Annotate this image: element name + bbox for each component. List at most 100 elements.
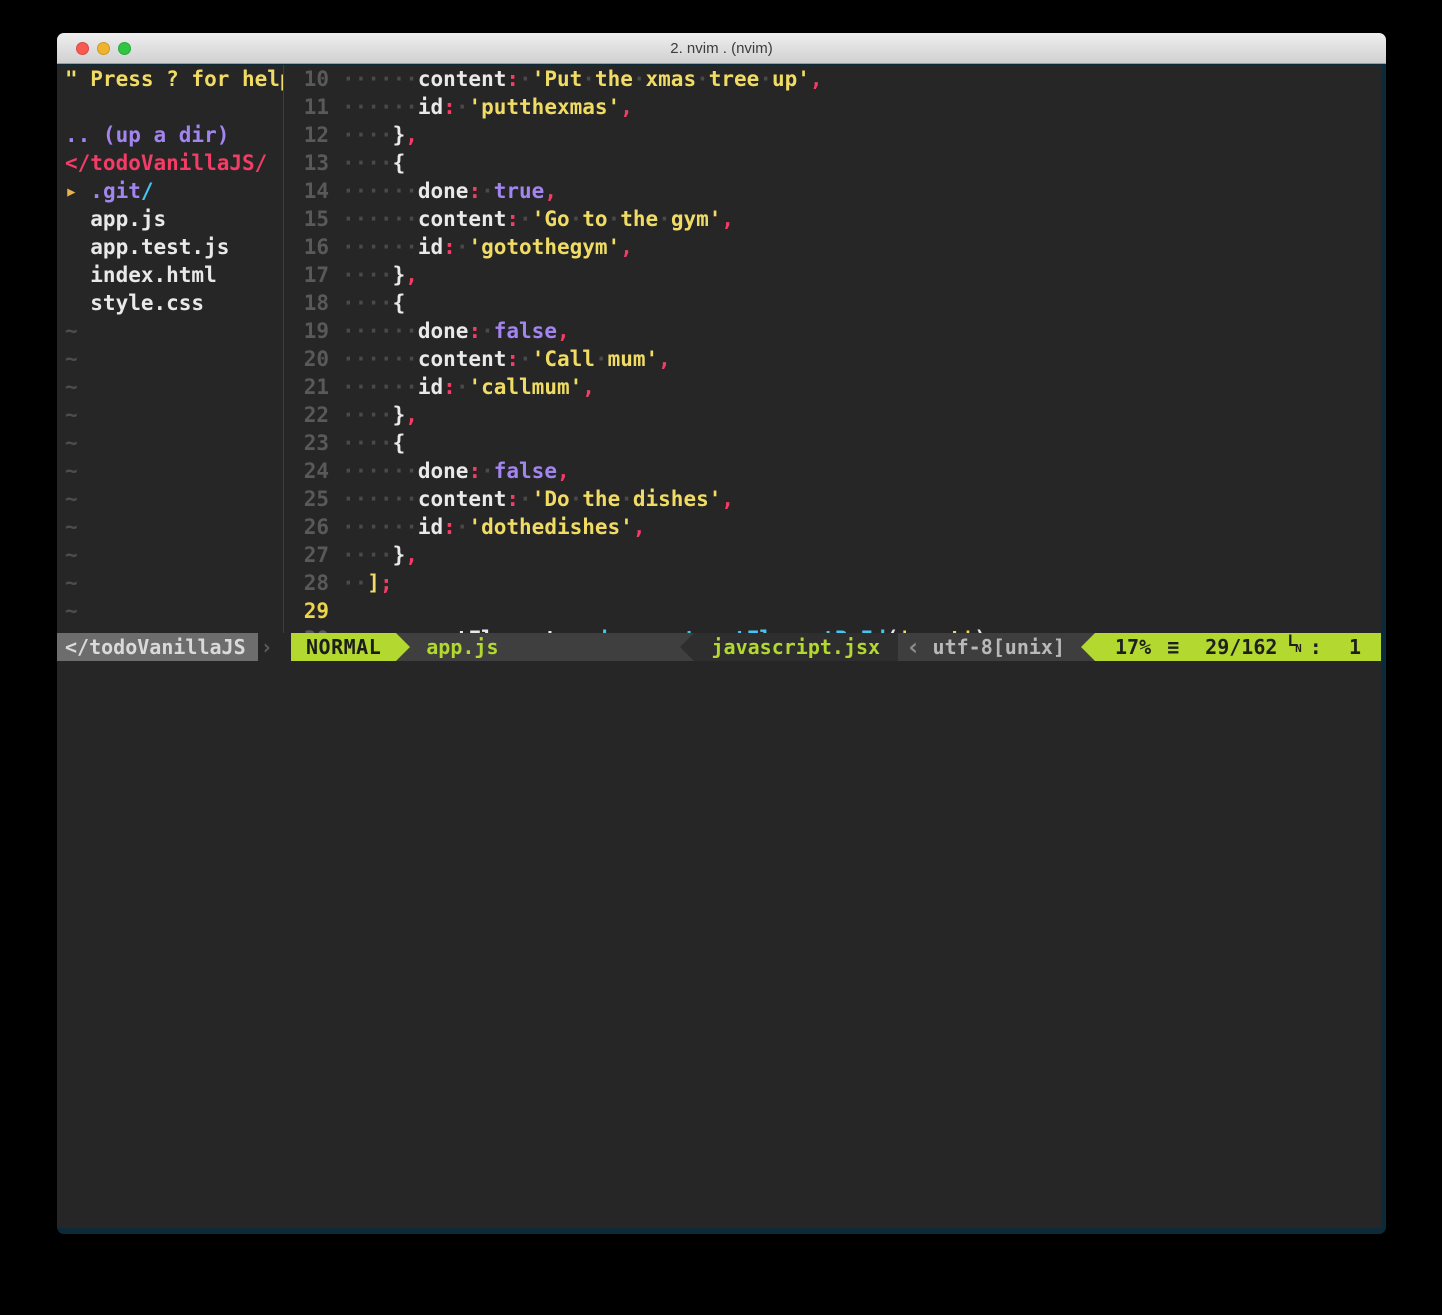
code-text: ····}, [342, 121, 418, 149]
code-line[interactable]: 17····}, [284, 261, 1381, 289]
code-text: ······content:·'Call·mum', [342, 345, 671, 373]
code-text: ····{ [342, 429, 405, 457]
code-line[interactable]: 28··]; [284, 569, 1381, 597]
terminal-content: " Press ? for help.. (up a dir)</todoVan… [57, 65, 1381, 1228]
code-line[interactable]: 29 [284, 597, 1381, 625]
line-number: 29 [284, 597, 342, 625]
line-number: 16 [284, 233, 342, 261]
line-number: 13 [284, 149, 342, 177]
powerline-arrow-icon [1081, 633, 1095, 661]
code-line[interactable]: 22····}, [284, 401, 1381, 429]
encoding-value: utf-8[unix] [933, 633, 1065, 661]
code-text: ··var·rootElement·=·document.getElementB… [342, 625, 1000, 633]
window-title: 2. nvim . (nvim) [670, 40, 773, 57]
code-line[interactable]: 30··var·rootElement·=·document.getElemen… [284, 625, 1381, 633]
code-line[interactable]: 24······done:·false, [284, 457, 1381, 485]
chevron-left-icon: ‹ [906, 633, 920, 661]
line-position: 29/162 [1205, 633, 1277, 661]
empty-buffer-tilde: ~ [57, 345, 283, 373]
line-number: 20 [284, 345, 342, 373]
tree-row[interactable]: .. (up a dir) [57, 121, 283, 149]
position-colon: : [1310, 633, 1322, 661]
empty-buffer-tilde: ~ [57, 373, 283, 401]
code-text: ······done:·false, [342, 457, 570, 485]
line-number: 24 [284, 457, 342, 485]
encoding-segment: ‹ utf-8[unix] [898, 633, 1081, 661]
code-line[interactable]: 14······done:·true, [284, 177, 1381, 205]
close-button[interactable] [76, 42, 89, 55]
empty-buffer-tilde: ~ [57, 541, 283, 569]
code-text: ······content:·'Do·the·dishes', [342, 485, 734, 513]
column-number: 1 [1349, 633, 1367, 661]
code-line[interactable]: 15······content:·'Go·to·the·gym', [284, 205, 1381, 233]
position-segment: 17% ≡ 29/162 LN : 1 [1095, 633, 1381, 661]
code-line[interactable]: 26······id:·'dothedishes', [284, 513, 1381, 541]
code-text: ····{ [342, 289, 405, 317]
line-number: 12 [284, 121, 342, 149]
empty-buffer-tilde: ~ [57, 317, 283, 345]
line-number: 27 [284, 541, 342, 569]
filetype-segment: javascript.jsx [694, 633, 899, 661]
code-line[interactable]: 11······id:·'putthexmas', [284, 93, 1381, 121]
zoom-button[interactable] [118, 42, 131, 55]
line-number: 26 [284, 513, 342, 541]
code-text: ····}, [342, 541, 418, 569]
code-text: ····{ [342, 149, 405, 177]
empty-buffer-tilde: ~ [57, 569, 283, 597]
filename-segment: app.js [410, 633, 679, 661]
code-line[interactable]: 16······id:·'gotothegym', [284, 233, 1381, 261]
tree-row[interactable]: index.html [57, 261, 283, 289]
code-text: ····}, [342, 261, 418, 289]
empty-buffer-tilde: ~ [57, 457, 283, 485]
vim-splits: " Press ? for help .. (up a dir)</todoVan… [57, 65, 1381, 633]
line-number: 22 [284, 401, 342, 429]
code-line[interactable]: 13····{ [284, 149, 1381, 177]
code-text: ······done:·true, [342, 177, 557, 205]
code-line[interactable]: 27····}, [284, 541, 1381, 569]
command-line[interactable] [57, 661, 1381, 1229]
tree-row[interactable]: app.js [57, 205, 283, 233]
line-number: 10 [284, 65, 342, 93]
statusline: </todoVanillaJS › NORMAL app.js javascri… [57, 633, 1381, 661]
tree-row[interactable]: style.css [57, 289, 283, 317]
empty-buffer-tilde: ~ [57, 597, 283, 625]
line-number: 23 [284, 429, 342, 457]
minimize-button[interactable] [97, 42, 110, 55]
code-line[interactable]: 10······content:·'Put·the·xmas·tree·up', [284, 65, 1381, 93]
mode-indicator: NORMAL [291, 633, 396, 661]
line-number: 17 [284, 261, 342, 289]
code-text: ······content:·'Go·to·the·gym', [342, 205, 734, 233]
scroll-percent: 17% [1115, 633, 1151, 661]
line-number: 14 [284, 177, 342, 205]
code-text: ······id:·'dothedishes', [342, 513, 646, 541]
code-text: ······id:·'gotothegym', [342, 233, 633, 261]
tree-row[interactable]: " Press ? for help [57, 65, 283, 93]
tree-row[interactable]: ▸ .git/ [57, 177, 283, 205]
nvim-terminal-window: 2. nvim . (nvim) " Press ? for help .. (u… [57, 33, 1386, 1234]
code-line[interactable]: 18····{ [284, 289, 1381, 317]
code-text: ····}, [342, 401, 418, 429]
tree-row[interactable] [57, 93, 283, 121]
line-number: 19 [284, 317, 342, 345]
tree-row[interactable]: app.test.js [57, 233, 283, 261]
tree-row[interactable]: </todoVanillaJS/ [57, 149, 283, 177]
code-line[interactable]: 12····}, [284, 121, 1381, 149]
lines-icon: ≡ [1167, 633, 1179, 661]
nerdtree-file-explorer: " Press ? for help .. (up a dir)</todoVan… [57, 65, 283, 633]
line-number-icon: LN [1287, 633, 1301, 654]
code-line[interactable]: 21······id:·'callmum', [284, 373, 1381, 401]
line-number: 11 [284, 93, 342, 121]
code-text: ······id:·'putthexmas', [342, 93, 633, 121]
code-text: ··]; [342, 569, 393, 597]
code-line[interactable]: 19······done:·false, [284, 317, 1381, 345]
empty-buffer-tilde: ~ [57, 513, 283, 541]
chevron-right-icon: › [258, 633, 273, 661]
line-number: 25 [284, 485, 342, 513]
code-text: ······id:·'callmum', [342, 373, 595, 401]
window-titlebar: 2. nvim . (nvim) [57, 33, 1386, 64]
code-line[interactable]: 20······content:·'Call·mum', [284, 345, 1381, 373]
code-line[interactable]: 25······content:·'Do·the·dishes', [284, 485, 1381, 513]
code-line[interactable]: 23····{ [284, 429, 1381, 457]
code-text: ······content:·'Put·the·xmas·tree·up', [342, 65, 823, 93]
line-number: 15 [284, 205, 342, 233]
